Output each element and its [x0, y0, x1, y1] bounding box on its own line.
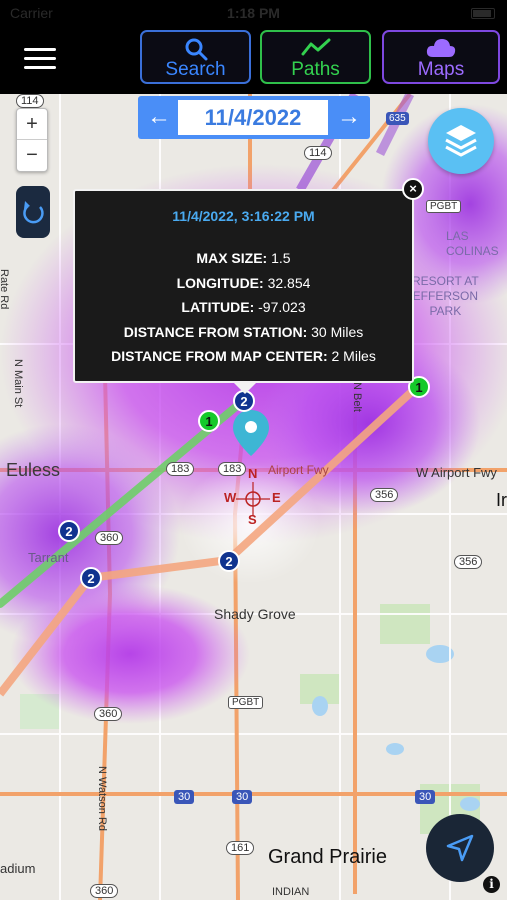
- layers-button[interactable]: [428, 108, 494, 174]
- map-label-resort: RESORT AT EFFERSON PARK: [412, 274, 479, 318]
- map-label-airport-fwy: Airport Fwy: [268, 463, 329, 477]
- interstate-shield: 635: [386, 112, 409, 125]
- search-button[interactable]: Search: [140, 30, 251, 84]
- paths-button-label: Paths: [291, 59, 340, 80]
- current-date[interactable]: 11/4/2022: [178, 100, 328, 135]
- map-label-w-airport-fwy: W Airport Fwy: [416, 465, 497, 480]
- toll-shield: PGBT: [228, 696, 264, 709]
- map-label-tarrant: Tarrant: [28, 550, 69, 565]
- compass-e-label: E: [272, 490, 281, 505]
- route-shield: 356: [370, 488, 399, 502]
- map-label-n-main-st: N Main St: [12, 359, 24, 408]
- compass-s-label: S: [248, 512, 257, 527]
- route-shield: 114: [304, 146, 332, 160]
- route-shield: 114: [16, 94, 44, 108]
- path-marker[interactable]: 2: [58, 520, 80, 542]
- popup-close-button[interactable]: ×: [402, 178, 424, 200]
- zoom-control: + −: [16, 108, 48, 172]
- clock: 1:18 PM: [227, 5, 280, 21]
- hamburger-menu-icon[interactable]: [24, 48, 56, 70]
- map-label-euless: Euless: [6, 460, 61, 480]
- maps-button-label: Maps: [417, 59, 465, 80]
- toll-shield: PGBT: [426, 200, 462, 213]
- map-label-shady-grove: Shady Grove: [214, 606, 296, 622]
- map-label-indian: INDIAN: [272, 886, 310, 898]
- route-shield: 183: [166, 462, 195, 476]
- route-shield: 183: [218, 462, 247, 476]
- distance-from-station-row: DISTANCE FROM STATION: 30 Miles: [123, 323, 364, 340]
- search-button-label: Search: [165, 59, 226, 80]
- compass-n-label: N: [248, 466, 258, 481]
- compass-w-label: W: [224, 490, 237, 505]
- trend-line-icon: [301, 38, 330, 56]
- interstate-shield: 30: [415, 790, 436, 804]
- battery-icon: [471, 8, 495, 19]
- zoom-out-button[interactable]: −: [17, 140, 47, 171]
- navigation-arrow-icon: [446, 834, 474, 862]
- route-shield: 356: [454, 555, 483, 569]
- locate-me-button[interactable]: [426, 814, 494, 882]
- max-size-row: MAX SIZE: 1.5: [196, 250, 291, 266]
- path-marker[interactable]: 1: [198, 410, 220, 432]
- distance-from-map-center-row: DISTANCE FROM MAP CENTER: 2 Miles: [111, 348, 376, 364]
- map-label-radium: adium: [0, 861, 36, 876]
- popup-timestamp: 11/4/2022, 3:16:22 PM: [172, 208, 315, 224]
- magnifier-icon: [185, 38, 207, 61]
- cloud-icon: [426, 39, 456, 57]
- storm-info-popup: 11/4/2022, 3:16:22 PM MAX SIZE: 1.5 LONG…: [73, 189, 414, 394]
- map-label-rate-rd: Rate Rd: [0, 269, 10, 310]
- refresh-icon: [23, 201, 44, 224]
- maps-button[interactable]: Maps: [382, 30, 500, 84]
- route-shield: 360: [95, 531, 124, 545]
- interstate-shield: 30: [174, 790, 195, 804]
- route-shield: 161: [226, 841, 255, 855]
- popup-pointer: [233, 382, 257, 394]
- map-label-las-colinas: LAS COLINAS: [446, 229, 499, 258]
- longitude-row: LONGITUDE: 32.854: [176, 274, 311, 291]
- refresh-button[interactable]: [16, 186, 50, 238]
- map-label-grand-prairie: Grand Prairie: [268, 846, 387, 868]
- route-shield: 360: [90, 884, 119, 898]
- path-marker[interactable]: 2: [218, 550, 240, 572]
- top-toolbar: Search Paths Maps: [0, 26, 507, 94]
- date-selector: ← 11/4/2022 →: [138, 96, 370, 139]
- map-info-button[interactable]: i: [483, 876, 500, 893]
- latitude-row: LATITUDE: -97.023: [181, 299, 306, 315]
- map-label-ir: Ir: [496, 490, 507, 510]
- previous-date-button[interactable]: ←: [140, 96, 178, 139]
- layers-icon: [445, 125, 477, 157]
- interstate-shield: 30: [232, 790, 253, 804]
- route-shield: 360: [94, 707, 123, 721]
- next-date-button[interactable]: →: [330, 96, 368, 139]
- status-bar: Carrier 1:18 PM: [0, 0, 507, 26]
- paths-button[interactable]: Paths: [260, 30, 371, 84]
- map-label-n-belt: N Belt: [351, 382, 363, 412]
- path-marker[interactable]: 2: [80, 567, 102, 589]
- popup-details: MAX SIZE: 1.5 LONGITUDE: 32.854 LATITUDE…: [75, 246, 412, 369]
- zoom-in-button[interactable]: +: [17, 109, 47, 140]
- map-label-n-watson-rd: N Watson Rd: [96, 766, 108, 832]
